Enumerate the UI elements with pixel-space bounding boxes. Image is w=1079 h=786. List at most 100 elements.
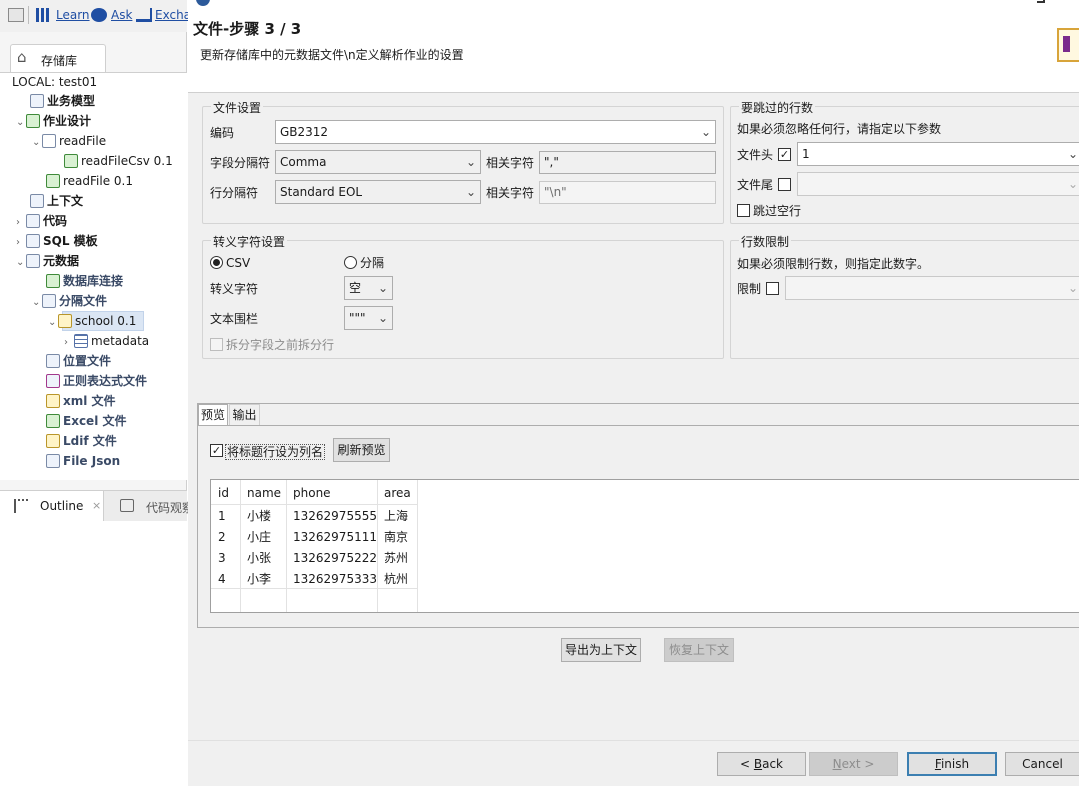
learn-icon[interactable] bbox=[36, 8, 52, 22]
tab-repository[interactable]: ⌂ 存储库 bbox=[10, 44, 106, 72]
cancel-button[interactable]: Cancel bbox=[1005, 752, 1079, 776]
tree-item-code[interactable]: › 代码 bbox=[16, 211, 67, 231]
banner-glyph bbox=[1063, 36, 1070, 52]
text-enclosure-label: 文本围栏 bbox=[210, 312, 259, 326]
chevron-down-icon[interactable]: ⌄ bbox=[48, 313, 58, 333]
tree-item-delimited-files[interactable]: ⌄ 分隔文件 bbox=[32, 291, 107, 311]
home-icon: ⌂ bbox=[17, 48, 27, 66]
delimited-radio[interactable] bbox=[344, 256, 357, 269]
finish-button[interactable]: Finish bbox=[907, 752, 997, 776]
cell-id: 2 bbox=[218, 530, 226, 544]
excel-file-icon bbox=[46, 414, 60, 428]
cell-area: 苏州 bbox=[384, 551, 409, 565]
main-toolbar: Learn Ask Excha bbox=[0, 0, 191, 32]
chevron-down-icon: ⌄ bbox=[465, 185, 476, 199]
tab-preview[interactable]: 预览 bbox=[198, 404, 228, 426]
escape-char-label: 转义字符 bbox=[210, 282, 259, 296]
tab-outline[interactable]: Outline × bbox=[0, 491, 104, 521]
tree-item-business-model[interactable]: 业务模型 bbox=[20, 91, 95, 111]
ask-icon[interactable] bbox=[91, 8, 107, 22]
tree-item-metadata[interactable]: ⌄ 元数据 bbox=[16, 251, 79, 271]
export-context-button[interactable]: 导出为上下文 bbox=[561, 638, 641, 662]
outline-tab-label: Outline bbox=[40, 499, 84, 513]
chevron-down-icon: ⌄ bbox=[465, 155, 476, 169]
tab-code-view[interactable]: 代码观察 bbox=[104, 491, 194, 521]
encoding-combo[interactable]: GB2312 ⌄ bbox=[275, 120, 716, 144]
chevron-down-icon: ⌄ bbox=[700, 125, 711, 139]
close-icon[interactable]: × bbox=[92, 499, 101, 512]
tab-output[interactable]: 输出 bbox=[229, 404, 260, 425]
toolbar-separator bbox=[28, 6, 29, 24]
chevron-right-icon[interactable]: › bbox=[64, 333, 74, 353]
limit-checkbox[interactable] bbox=[766, 282, 779, 295]
escape-char-combo[interactable]: 空 ⌄ bbox=[344, 276, 393, 300]
skip-rows-hint: 如果必须忽略任何行，请指定以下参数 bbox=[737, 122, 942, 136]
field-related-char-label: 相关字符 bbox=[486, 156, 535, 170]
close-window-icon[interactable] bbox=[1037, 0, 1045, 3]
next-button: Next > bbox=[809, 752, 898, 776]
header-rows-combo[interactable]: 1 ⌄ bbox=[797, 142, 1079, 166]
tree-item-ldif-files[interactable]: Ldif 文件 bbox=[36, 431, 117, 451]
tree-item-job-design[interactable]: ⌄ 作业设计 bbox=[16, 111, 91, 131]
column-divider bbox=[377, 480, 378, 612]
header-rows-checkbox[interactable]: ✓ bbox=[778, 148, 791, 161]
ask-link[interactable]: Ask bbox=[111, 8, 132, 22]
chevron-down-icon[interactable]: ⌄ bbox=[16, 253, 26, 273]
job-icon bbox=[46, 174, 60, 188]
folder-icon bbox=[42, 134, 56, 148]
tree-item-xml-files[interactable]: xml 文件 bbox=[36, 391, 116, 411]
chevron-right-icon[interactable]: › bbox=[16, 213, 26, 233]
column-header-area: area bbox=[384, 486, 411, 500]
xml-file-icon bbox=[46, 394, 60, 408]
save-icon[interactable] bbox=[8, 8, 24, 22]
split-rows-checkbox bbox=[210, 338, 223, 351]
tree-item-readfile-job[interactable]: readFile 0.1 bbox=[36, 171, 133, 191]
csv-radio[interactable] bbox=[210, 256, 223, 269]
split-rows-label: 拆分字段之前拆分行 bbox=[226, 338, 335, 352]
refresh-preview-button[interactable]: 刷新预览 bbox=[333, 438, 390, 462]
back-button[interactable]: < Back bbox=[717, 752, 806, 776]
chevron-right-icon[interactable]: › bbox=[16, 233, 26, 253]
encoding-label: 编码 bbox=[210, 126, 235, 140]
chevron-down-icon[interactable]: ⌄ bbox=[16, 113, 26, 133]
chevron-down-icon[interactable]: ⌄ bbox=[32, 293, 42, 313]
header-as-column-checkbox[interactable]: ✓ bbox=[210, 444, 223, 457]
field-separator-char-input[interactable]: "," bbox=[539, 151, 716, 174]
field-separator-label: 字段分隔符 bbox=[210, 156, 271, 170]
column-header-phone: phone bbox=[293, 486, 331, 500]
footer-rows-label: 文件尾 bbox=[737, 178, 774, 192]
business-model-icon bbox=[30, 94, 44, 108]
wizard-header: 文件-步骤 3 / 3 更新存储库中的元数据文件\n定义解析作业的设置 bbox=[188, 0, 1079, 93]
cell-id: 3 bbox=[218, 551, 226, 565]
tree-item-school[interactable]: ⌄ school 0.1 bbox=[48, 311, 136, 331]
tree-item-positional-files[interactable]: 位置文件 bbox=[36, 351, 111, 371]
wizard-banner-icon bbox=[1057, 28, 1079, 62]
cell-id: 1 bbox=[218, 509, 226, 523]
text-enclosure-combo[interactable]: """ ⌄ bbox=[344, 306, 393, 330]
wizard-subtitle: 更新存储库中的元数据文件\n定义解析作业的设置 bbox=[200, 48, 464, 62]
skip-empty-rows-checkbox[interactable] bbox=[737, 204, 750, 217]
tree-item-regex-files[interactable]: 正则表达式文件 bbox=[36, 371, 147, 391]
tree-item-context[interactable]: 上下文 bbox=[20, 191, 83, 211]
tree-item-db-connections[interactable]: 数据库连接 bbox=[36, 271, 123, 291]
exchange-cart-icon[interactable] bbox=[136, 8, 152, 22]
header-divider bbox=[211, 504, 418, 505]
tree-item-readfile-folder[interactable]: ⌄ readFile bbox=[32, 131, 106, 151]
row-separator-combo[interactable]: Standard EOL ⌄ bbox=[275, 180, 481, 204]
tree-item-sql-templates[interactable]: › SQL 模板 bbox=[16, 231, 98, 251]
tree-item-excel-files[interactable]: Excel 文件 bbox=[36, 411, 126, 431]
exchange-link[interactable]: Excha bbox=[155, 8, 191, 22]
tree-item-readfilecsv[interactable]: readFileCsv 0.1 bbox=[54, 151, 173, 171]
cell-phone: 13262975333 bbox=[293, 572, 377, 586]
learn-link[interactable]: Learn bbox=[56, 8, 90, 22]
tree-item-file-json[interactable]: File Json bbox=[36, 451, 120, 471]
tree-item-metadata-schema[interactable]: › metadata bbox=[64, 331, 149, 351]
local-project-label: LOCAL: test01 bbox=[12, 75, 98, 89]
chevron-down-icon[interactable]: ⌄ bbox=[32, 133, 42, 153]
cell-name: 小楼 bbox=[247, 509, 272, 523]
skip-rows-legend: 要跳过的行数 bbox=[739, 99, 816, 116]
cell-id: 4 bbox=[218, 572, 226, 586]
outline-icon bbox=[14, 499, 28, 513]
footer-rows-checkbox[interactable] bbox=[778, 178, 791, 191]
field-separator-combo[interactable]: Comma ⌄ bbox=[275, 150, 481, 174]
